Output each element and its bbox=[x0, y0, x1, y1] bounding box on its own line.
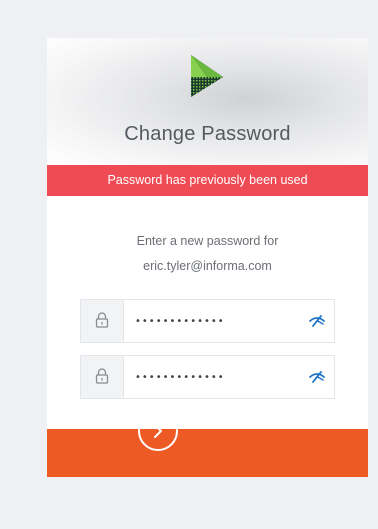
account-email: eric.tyler@informa.com bbox=[143, 259, 272, 273]
confirm-password-input[interactable] bbox=[135, 366, 295, 388]
card-footer bbox=[47, 429, 368, 477]
lock-icon bbox=[81, 356, 124, 398]
change-password-card: Change Password Password has previously … bbox=[47, 38, 368, 477]
new-password-field bbox=[80, 299, 335, 343]
eye-closed-icon[interactable] bbox=[308, 368, 326, 386]
eye-closed-icon[interactable] bbox=[308, 312, 326, 330]
error-message-bar: Password has previously been used bbox=[47, 165, 368, 196]
lock-icon bbox=[81, 300, 124, 342]
page-title: Change Password bbox=[124, 123, 291, 145]
submit-button[interactable] bbox=[138, 411, 178, 451]
brand-logo bbox=[191, 55, 223, 97]
confirm-password-field bbox=[80, 355, 335, 399]
new-password-input[interactable] bbox=[135, 310, 295, 332]
card-header: Change Password bbox=[47, 38, 368, 165]
prompt-text: Enter a new password for bbox=[136, 234, 279, 248]
chevron-right-icon bbox=[154, 424, 162, 438]
